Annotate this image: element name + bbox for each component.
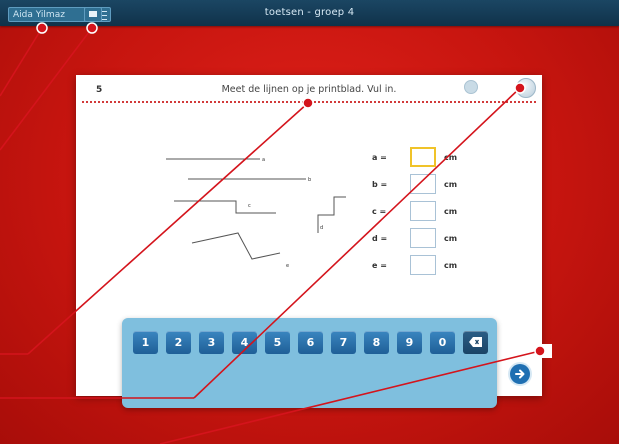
header-divider <box>82 101 536 103</box>
answer-label: c = <box>372 207 387 216</box>
answer-input-a[interactable] <box>410 147 436 167</box>
label-c: c <box>248 203 251 209</box>
answer-unit: cm <box>444 234 458 243</box>
answer-input-c[interactable] <box>410 201 436 221</box>
answer-row: b = cm <box>372 174 462 196</box>
key-3[interactable]: 3 <box>199 331 224 354</box>
answer-unit: cm <box>444 180 458 189</box>
answer-input-d[interactable] <box>410 228 436 248</box>
answer-label: d = <box>372 234 388 243</box>
answer-label: b = <box>372 180 388 189</box>
key-4[interactable]: 4 <box>232 331 257 354</box>
line-figure: a b c d e <box>166 157 346 269</box>
label-d: d <box>320 225 323 231</box>
backspace-icon <box>469 337 482 347</box>
top-bar: Aida Yilmaz toetsen - groep 4 <box>0 0 619 26</box>
key-1[interactable]: 1 <box>133 331 158 354</box>
arrow-right-icon <box>515 369 525 379</box>
key-9[interactable]: 9 <box>397 331 422 354</box>
line-e <box>191 232 281 260</box>
answer-row: c = cm <box>372 201 462 223</box>
key-6[interactable]: 6 <box>298 331 323 354</box>
backspace-key[interactable] <box>463 331 488 354</box>
answer-label: e = <box>372 261 387 270</box>
key-5[interactable]: 5 <box>265 331 290 354</box>
key-2[interactable]: 2 <box>166 331 191 354</box>
next-button[interactable] <box>510 364 530 384</box>
line-c <box>174 200 276 214</box>
answer-label: a = <box>372 153 387 162</box>
answer-input-b[interactable] <box>410 174 436 194</box>
callout-line <box>0 27 43 97</box>
help-button[interactable] <box>516 78 536 98</box>
answer-row: d = cm <box>372 228 462 250</box>
key-0[interactable]: 0 <box>430 331 455 354</box>
answer-row: a = cm <box>372 147 462 169</box>
side-marker <box>536 344 552 358</box>
answer-input-e[interactable] <box>410 255 436 275</box>
label-e: e <box>286 263 289 269</box>
label-b: b <box>308 177 311 183</box>
answer-unit: cm <box>444 153 458 162</box>
speaker-icon[interactable] <box>464 80 478 94</box>
label-a: a <box>262 157 265 163</box>
key-7[interactable]: 7 <box>331 331 356 354</box>
app-title: toetsen - groep 4 <box>264 7 355 18</box>
answer-unit: cm <box>444 207 458 216</box>
key-8[interactable]: 8 <box>364 331 389 354</box>
number-keypad: 1 2 3 4 5 6 7 8 9 0 <box>122 318 497 408</box>
answer-row: e = cm <box>372 255 462 277</box>
answer-unit: cm <box>444 261 458 270</box>
